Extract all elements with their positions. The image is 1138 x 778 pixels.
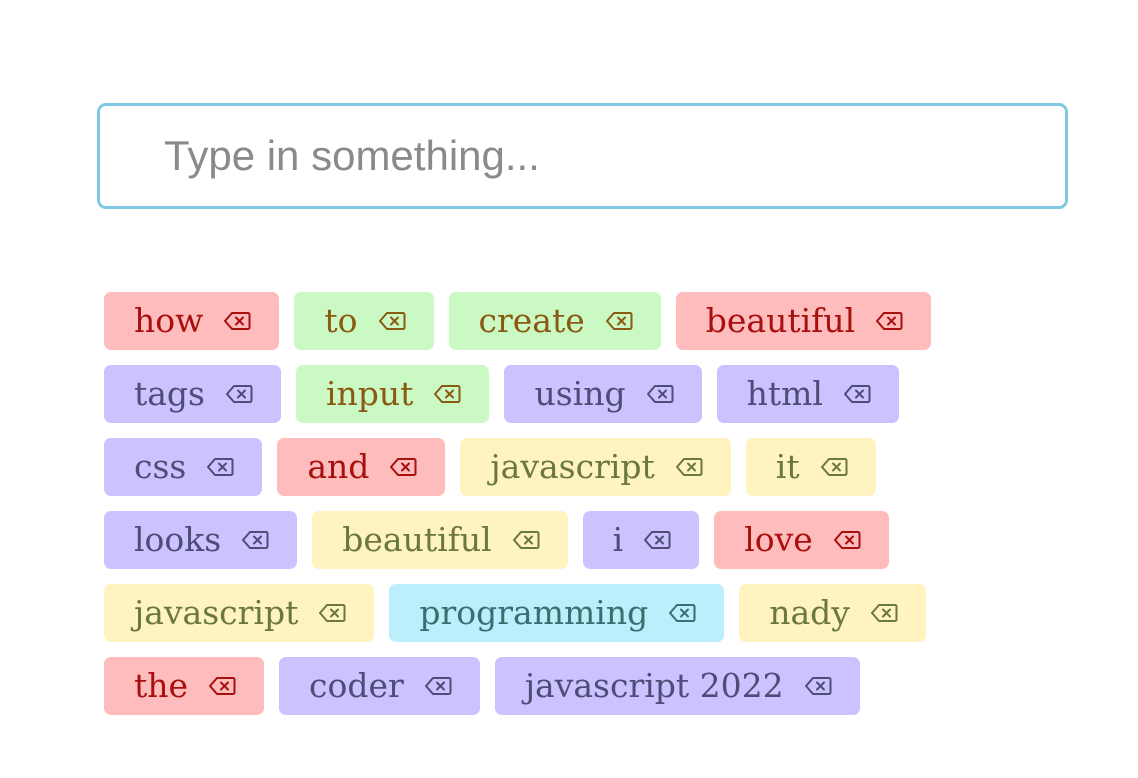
tag-chip: nady — [739, 584, 926, 642]
tag-row: how to create beautiful — [104, 292, 932, 350]
tag-chip: input — [296, 365, 490, 423]
backspace-icon[interactable] — [208, 676, 236, 696]
tag-label: how — [134, 301, 204, 340]
tag-chip: using — [504, 365, 702, 423]
backspace-icon[interactable] — [833, 530, 861, 550]
tag-label: it — [775, 447, 800, 486]
tag-label: javascript — [490, 447, 655, 486]
tag-label: the — [134, 666, 189, 705]
tag-row: looks beautiful i love — [104, 511, 924, 569]
tag-label: looks — [134, 520, 222, 559]
backspace-icon[interactable] — [241, 530, 269, 550]
tag-label: html — [746, 374, 823, 413]
backspace-icon[interactable] — [433, 384, 461, 404]
backspace-icon[interactable] — [225, 384, 253, 404]
tag-row: the coder javascript 2022 — [104, 657, 924, 715]
backspace-icon[interactable] — [206, 457, 234, 477]
tag-chip: css — [104, 438, 263, 496]
tag-chip: beautiful — [312, 511, 568, 569]
backspace-icon[interactable] — [643, 530, 671, 550]
backspace-icon[interactable] — [223, 311, 251, 331]
tag-label: input — [326, 374, 414, 413]
backspace-icon[interactable] — [875, 311, 903, 331]
tag-chip: i — [582, 511, 700, 569]
tag-label: programming — [419, 593, 649, 632]
tag-input-field[interactable] — [164, 106, 1044, 206]
tag-chip: beautiful — [675, 292, 932, 350]
backspace-icon[interactable] — [378, 311, 406, 331]
backspace-icon[interactable] — [646, 384, 674, 404]
tag-chip: to — [294, 292, 434, 350]
tag-list: how to create beautiful tags input using — [104, 292, 932, 715]
tag-chip: programming — [389, 584, 725, 642]
tag-label: love — [744, 520, 813, 559]
backspace-icon[interactable] — [605, 311, 633, 331]
tag-chip: looks — [104, 511, 298, 569]
tag-label: coder — [309, 666, 404, 705]
tag-row: css and javascript it — [104, 438, 924, 496]
tag-chip: it — [745, 438, 876, 496]
tag-chip: tags — [104, 365, 281, 423]
tag-label: beautiful — [342, 520, 492, 559]
tag-label: beautiful — [705, 301, 856, 340]
backspace-icon[interactable] — [424, 676, 452, 696]
tag-label: nady — [769, 593, 850, 632]
backspace-icon[interactable] — [668, 603, 696, 623]
tag-chip: how — [104, 292, 280, 350]
tag-row: tags input using html — [104, 365, 924, 423]
tag-chip: javascript 2022 — [494, 657, 860, 715]
tag-chip: javascript — [104, 584, 375, 642]
tag-chip: love — [714, 511, 889, 569]
backspace-icon[interactable] — [843, 384, 871, 404]
tag-label: javascript 2022 — [524, 666, 784, 705]
tag-chip: the — [104, 657, 265, 715]
tag-label: and — [307, 447, 370, 486]
tag-label: tags — [134, 374, 205, 413]
tag-row: javascript programming nady — [104, 584, 926, 642]
tag-label: create — [478, 301, 585, 340]
backspace-icon[interactable] — [318, 603, 346, 623]
tag-label: css — [134, 447, 187, 486]
backspace-icon[interactable] — [820, 457, 848, 477]
tag-input-box[interactable] — [97, 103, 1068, 209]
backspace-icon[interactable] — [389, 457, 417, 477]
backspace-icon[interactable] — [675, 457, 703, 477]
tag-chip: coder — [279, 657, 480, 715]
tag-chip: and — [277, 438, 446, 496]
tag-label: using — [534, 374, 626, 413]
tag-chip: javascript — [460, 438, 731, 496]
tag-chip: create — [448, 292, 661, 350]
tag-label: to — [324, 301, 358, 340]
backspace-icon[interactable] — [870, 603, 898, 623]
tag-label: javascript — [134, 593, 299, 632]
backspace-icon[interactable] — [804, 676, 832, 696]
tag-chip: html — [716, 365, 899, 423]
backspace-icon[interactable] — [512, 530, 540, 550]
tag-label: i — [612, 520, 624, 559]
